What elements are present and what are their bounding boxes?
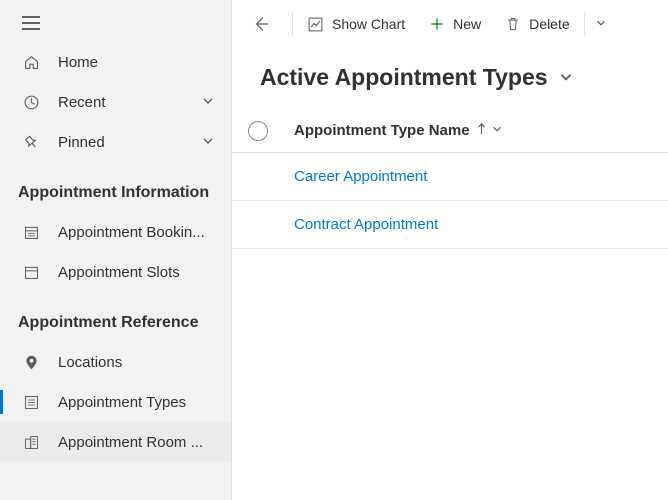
clock-icon bbox=[22, 93, 40, 111]
back-arrow-icon bbox=[252, 15, 270, 33]
chevron-down-icon bbox=[201, 94, 215, 111]
sidebar-item-appointment-slots[interactable]: Appointment Slots bbox=[0, 252, 231, 292]
command-bar: Show Chart New Delete bbox=[232, 0, 668, 48]
sidebar: Home Recent Pinned Appointment Informati… bbox=[0, 0, 232, 500]
chevron-down-icon bbox=[491, 122, 503, 139]
separator bbox=[292, 13, 293, 35]
sidebar-item-appointment-rooms[interactable]: Appointment Room ... bbox=[0, 422, 231, 462]
column-header-name[interactable]: Appointment Type Name bbox=[294, 122, 503, 139]
pin-icon bbox=[22, 133, 40, 151]
chart-icon bbox=[307, 16, 324, 33]
sidebar-item-appointment-types[interactable]: Appointment Types bbox=[0, 382, 231, 422]
record-link[interactable]: Contract Appointment bbox=[294, 216, 438, 233]
sidebar-item-label: Appointment Bookin... bbox=[58, 224, 215, 241]
back-button[interactable] bbox=[240, 6, 290, 42]
sidebar-item-locations[interactable]: Locations bbox=[0, 342, 231, 382]
chevron-down-icon bbox=[201, 134, 215, 151]
table-row[interactable]: Contract Appointment bbox=[232, 201, 668, 249]
menu-icon bbox=[22, 16, 40, 30]
sidebar-item-label: Locations bbox=[58, 354, 215, 371]
delete-split-button[interactable] bbox=[587, 6, 615, 42]
select-all-checkbox[interactable] bbox=[248, 121, 268, 141]
sidebar-item-label: Home bbox=[58, 54, 215, 71]
sidebar-item-label: Appointment Types bbox=[58, 394, 215, 411]
new-button[interactable]: New bbox=[417, 6, 493, 42]
column-header-label: Appointment Type Name bbox=[294, 122, 470, 139]
button-label: Delete bbox=[529, 16, 569, 32]
hamburger-button[interactable] bbox=[0, 6, 231, 42]
calendar-list-icon bbox=[22, 223, 40, 241]
delete-button[interactable]: Delete bbox=[493, 6, 581, 42]
sidebar-item-appointment-bookings[interactable]: Appointment Bookin... bbox=[0, 212, 231, 252]
main-content: Show Chart New Delete Ac bbox=[232, 0, 668, 500]
sidebar-item-label: Appointment Room ... bbox=[58, 434, 215, 451]
table-row[interactable]: Career Appointment bbox=[232, 153, 668, 201]
sidebar-item-home[interactable]: Home bbox=[0, 42, 231, 82]
sidebar-item-label: Pinned bbox=[58, 134, 201, 151]
home-icon bbox=[22, 53, 40, 71]
record-link[interactable]: Career Appointment bbox=[294, 168, 427, 185]
building-icon bbox=[22, 433, 40, 451]
list-icon bbox=[22, 393, 40, 411]
section-header-appointment-information: Appointment Information bbox=[0, 162, 231, 212]
button-label: Show Chart bbox=[332, 16, 405, 32]
sidebar-item-recent[interactable]: Recent bbox=[0, 82, 231, 122]
sidebar-item-label: Appointment Slots bbox=[58, 264, 215, 281]
separator bbox=[584, 13, 585, 35]
chevron-down-icon bbox=[595, 16, 607, 32]
sort-ascending-icon bbox=[476, 122, 487, 139]
calendar-icon bbox=[22, 263, 40, 281]
sidebar-item-label: Recent bbox=[58, 94, 201, 111]
location-pin-icon bbox=[22, 353, 40, 371]
plus-icon bbox=[429, 16, 445, 32]
view-selector[interactable]: Active Appointment Types bbox=[232, 48, 668, 109]
trash-icon bbox=[505, 16, 521, 32]
show-chart-button[interactable]: Show Chart bbox=[295, 6, 417, 42]
view-title-text: Active Appointment Types bbox=[260, 64, 548, 91]
chevron-down-icon bbox=[558, 64, 574, 91]
section-header-appointment-reference: Appointment Reference bbox=[0, 292, 231, 342]
button-label: New bbox=[453, 16, 481, 32]
sidebar-item-pinned[interactable]: Pinned bbox=[0, 122, 231, 162]
grid-header-row: Appointment Type Name bbox=[232, 109, 668, 153]
